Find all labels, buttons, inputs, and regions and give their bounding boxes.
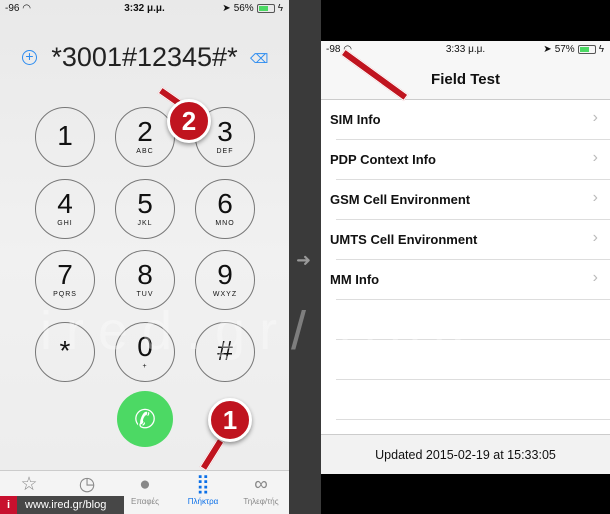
key-2[interactable]: 2 ABC [115,107,175,167]
key-letters: MNO [215,220,235,227]
key-letters: PQRS [53,291,77,298]
divider [336,139,610,140]
voicemail-icon: ∞ [254,474,268,495]
item-label: GSM Cell Environment [330,192,471,207]
location-icon: ➤ [222,3,231,14]
key-letters: + [142,363,148,370]
battery-percent: 57% [554,44,575,55]
star-icon: ☆ [20,474,38,495]
battery-icon [256,4,275,13]
tab-label: Επαφές [131,497,159,506]
divider [336,259,610,260]
keypad-icon: ⣿ [196,474,210,495]
key-digit: 2 [137,116,153,147]
key-digit: 9 [217,259,233,290]
key-digit: 8 [137,259,153,290]
updated-footer: Updated 2015-02-19 at 15:33:05 [321,434,610,474]
item-label: PDP Context Info [330,152,436,167]
list-item[interactable]: UMTS Cell Environment › [321,220,610,260]
key-6[interactable]: 6 MNO [195,179,255,239]
delete-icon[interactable]: ⌫ [250,51,268,67]
divider [336,419,610,420]
divider [336,179,610,180]
key-digit: 7 [57,259,73,290]
tab-clock[interactable]: ◷ [58,473,116,497]
location-icon: ➤ [543,44,552,55]
watermark: ired.gr/blog [40,301,479,361]
logo: i [0,496,17,514]
item-label: MM Info [330,272,380,287]
battery-icon [577,45,596,54]
arrow-right-icon: ➜ [296,250,312,270]
site-badge: i www.ired.gr/blog [0,496,124,514]
call-button[interactable]: ✆ [117,391,173,447]
dialer-screen: -96 ◠ 3:32 μ.μ. ➤ 56% ϟ + *3001#12345#* ⌫ … [0,0,289,514]
tab-label: Πλήκτρα [187,497,219,506]
badge-text: www.ired.gr/blog [25,499,107,511]
clock-icon: ◷ [78,474,96,495]
step-marker-1: 1 [208,398,252,442]
item-label: UMTS Cell Environment [330,232,478,247]
key-digit: 6 [217,188,233,219]
contacts-icon: ● [139,474,151,495]
tab-keypad[interactable]: ⣿ Πλήκτρα [174,473,232,506]
page-title: Field Test [431,71,500,88]
key-letters: GHI [57,220,73,227]
chevron-right-icon: › [592,109,598,126]
battery-percent: 56% [233,3,254,14]
tab-voicemail[interactable]: ∞ Τηλεφ/τής [232,473,289,506]
key-letters: TUV [136,291,154,298]
key-digit: 1 [57,120,73,151]
status-bar: -98 ◠ 3:33 μ.μ. ➤57%ϟ [321,41,610,59]
tab-label: Τηλεφ/τής [243,497,279,506]
field-test-screen: -98 ◠ 3:33 μ.μ. ➤57%ϟ Field Test SIM Inf… [321,0,610,514]
status-bar: -96 ◠ 3:32 μ.μ. ➤ 56% ϟ [0,0,289,18]
item-label: SIM Info [330,112,381,127]
tab-star[interactable]: ☆ [0,473,58,497]
key-letters: JKL [137,220,153,227]
chevron-right-icon: › [592,149,598,166]
key-letters: WXYZ [212,291,238,298]
key-5[interactable]: 5 JKL [115,179,175,239]
chevron-right-icon: › [592,269,598,286]
key-digit: 4 [57,188,73,219]
key-1[interactable]: 1 [35,107,95,167]
list-item[interactable]: MM Info › [321,260,610,300]
annotation-arrow [199,438,225,472]
charging-icon: ϟ [598,44,604,55]
chevron-right-icon: › [592,189,598,206]
divider [336,379,610,380]
step-marker-2: 2 [167,99,211,143]
charging-icon: ϟ [277,3,283,14]
chevron-right-icon: › [592,229,598,246]
key-letters: DEF [216,148,234,155]
phone-icon: ✆ [134,404,156,434]
divider [336,219,610,220]
key-4[interactable]: 4 GHI [35,179,95,239]
list-item[interactable]: GSM Cell Environment › [321,180,610,220]
key-digit: 5 [137,188,153,219]
list-item[interactable]: PDP Context Info › [321,140,610,180]
tab-contacts[interactable]: ● Επαφές [116,473,174,506]
dialed-number: *3001#12345#* [51,42,238,72]
key-letters: ABC [136,148,154,155]
list-item[interactable]: SIM Info › [321,100,610,140]
